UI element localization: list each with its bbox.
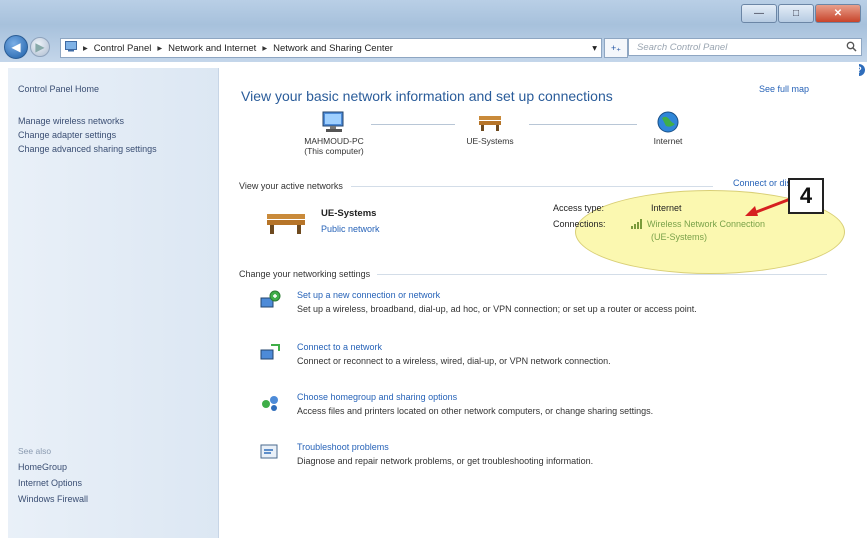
see-also-label: See also [18,446,52,456]
active-networks-header: View your active networks [239,181,343,191]
homegroup-icon [259,392,279,412]
wireless-connection-link[interactable]: Wireless Network Connection [647,219,765,229]
search-placeholder: Search Control Panel [637,41,728,53]
computer-subtitle: (This computer) [304,146,364,156]
task-title[interactable]: Set up a new connection or network [297,290,440,300]
task-description: Access files and printers located on oth… [297,406,654,416]
close-button[interactable]: ✕ [815,4,861,23]
new-connection-icon [259,290,281,310]
sidebar-link-homegroup[interactable]: HomeGroup [18,462,67,472]
breadcrumb-control-panel[interactable]: Control Panel [94,43,152,54]
sidebar-item-manage-wireless[interactable]: Manage wireless networks [18,116,124,126]
callout-badge: 4 [788,178,824,214]
main-content: View your basic network information and … [219,62,859,540]
connect-network-icon [259,342,280,362]
divider [351,186,713,187]
map-node-internet[interactable]: Internet [623,110,713,146]
map-node-network[interactable]: UE-Systems [445,110,535,146]
network-type-link[interactable]: Public network [321,224,380,234]
breadcrumb-separator: ▸ [262,42,268,54]
search-input[interactable]: Search Control Panel [628,38,862,56]
active-network-name: UE-Systems [321,208,377,219]
control-panel-icon [65,41,77,55]
window-controls: — □ ✕ [741,4,861,23]
task-description: Diagnose and repair network problems, or… [297,456,594,466]
map-connector-line [529,124,637,125]
network-map-name: UE-Systems [466,136,514,146]
sidebar-link-internet-options[interactable]: Internet Options [18,478,82,488]
maximize-button[interactable]: □ [778,4,814,23]
address-dropdown-icon[interactable]: ▾ [592,43,597,54]
refresh-button[interactable]: +₊ [604,38,628,58]
task-description: Set up a wireless, broadband, dial-up, a… [297,304,697,314]
access-type-label: Access type: [553,203,605,213]
title-bar: — □ ✕ ◀ ▶ ▸ Control Panel ▸ Network and … [0,0,867,62]
connections-label: Connections: [553,219,606,229]
sidebar-item-change-adapter[interactable]: Change adapter settings [18,130,116,140]
globe-icon [623,110,713,136]
bench-icon [265,208,309,238]
wireless-signal-icon [631,219,643,231]
map-node-computer[interactable]: MAHMOUD-PC (This computer) [289,110,379,156]
computer-icon [289,110,379,136]
bench-icon [445,110,535,136]
breadcrumb-separator: ▸ [83,42,88,54]
task-title[interactable]: Troubleshoot problems [297,442,389,452]
magnifier-icon[interactable] [846,41,857,55]
change-settings-header: Change your networking settings [239,269,371,279]
address-bar[interactable]: ▸ Control Panel ▸ Network and Internet ▸… [60,38,602,58]
sidebar: Control Panel Home Manage wireless netwo… [8,68,219,538]
map-connector-line [371,124,455,125]
connect-or-disconnect-link[interactable]: Connect or disc [733,178,796,188]
page-title: View your basic network information and … [241,88,613,104]
sidebar-item-control-panel-home[interactable]: Control Panel Home [18,84,99,94]
breadcrumb-network-and-internet[interactable]: Network and Internet [168,43,256,54]
breadcrumb-network-sharing-center[interactable]: Network and Sharing Center [273,43,393,54]
task-title[interactable]: Choose homegroup and sharing options [297,392,457,402]
breadcrumb-separator: ▸ [157,42,163,54]
network-sharing-center-window: — □ ✕ ◀ ▶ ▸ Control Panel ▸ Network and … [0,0,867,540]
computer-name: MAHMOUD-PC [304,136,364,146]
internet-label: Internet [653,136,683,146]
back-button[interactable]: ◀ [4,35,28,59]
sidebar-item-advanced-sharing[interactable]: Change advanced sharing settings [18,144,168,155]
navigation-bar: ◀ ▶ ▸ Control Panel ▸ Network and Intern… [0,30,867,62]
sidebar-link-windows-firewall[interactable]: Windows Firewall [18,494,88,504]
task-title[interactable]: Connect to a network [297,342,382,352]
troubleshoot-icon [259,442,279,462]
access-type-value: Internet [651,203,682,213]
task-description: Connect or reconnect to a wireless, wire… [297,356,611,366]
wireless-connection-sub[interactable]: (UE-Systems) [651,232,707,242]
see-full-map-link[interactable]: See full map [759,84,809,94]
minimize-button[interactable]: — [741,4,777,23]
forward-button[interactable]: ▶ [30,37,50,57]
divider [377,274,827,275]
